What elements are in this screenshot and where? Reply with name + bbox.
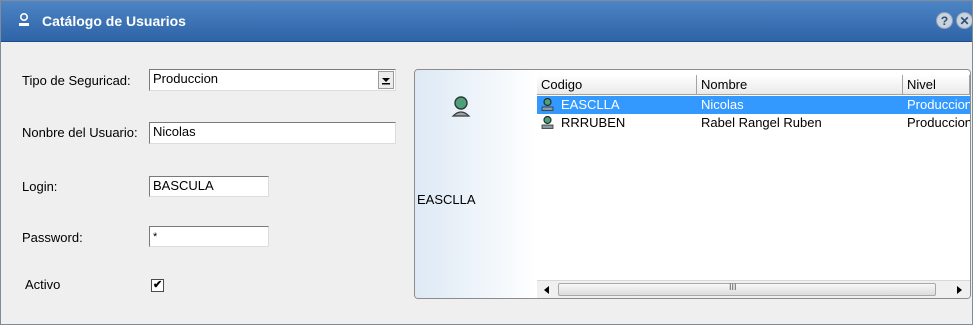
username-value: Nicolas	[153, 124, 196, 139]
close-button[interactable]: ✕	[956, 12, 972, 29]
cell-code: EASCLLA	[561, 97, 620, 112]
cell-level: Produccion	[907, 97, 970, 112]
column-header-nombre[interactable]: Nombre	[697, 75, 903, 95]
password-value: *	[153, 231, 158, 243]
password-label: Password:	[22, 230, 83, 245]
login-value: BASCULA	[153, 178, 214, 193]
user-list: Codigo Nombre Nivel EASCLLA Nicolas Prod…	[537, 70, 970, 298]
user-icon	[541, 115, 554, 129]
login-label: Login:	[22, 179, 58, 194]
check-icon: ✔	[153, 279, 163, 291]
horizontal-scrollbar[interactable]: III	[537, 280, 970, 298]
column-header-codigo[interactable]: Codigo	[537, 75, 697, 95]
column-header-nivel[interactable]: Nivel	[903, 75, 970, 95]
scroll-right-icon[interactable]	[957, 286, 962, 294]
user-icon	[19, 12, 29, 26]
cell-level: Produccion	[907, 115, 970, 130]
security-type-value: Produccion	[153, 71, 219, 86]
security-type-select[interactable]: Produccion	[149, 69, 396, 91]
user-icon	[541, 97, 554, 111]
table-row[interactable]: EASCLLA Nicolas Produccion	[537, 96, 970, 114]
window-title: Catálogo de Usuarios	[42, 13, 186, 29]
active-checkbox[interactable]: ✔	[151, 279, 164, 292]
cell-name: Nicolas	[701, 97, 744, 112]
scroll-left-icon[interactable]	[544, 286, 549, 294]
users-catalog-window: Catálogo de Usuarios ? ✕ Tipo de Seguric…	[0, 0, 973, 325]
user-list-panel: EASCLLA Codigo Nombre Nivel EASCLLA Nico…	[414, 69, 971, 299]
scrollbar-thumb[interactable]: III	[558, 282, 936, 296]
title-bar: Catálogo de Usuarios ? ✕	[1, 1, 972, 42]
dialog-body: Tipo de Seguricad: Produccion Nonbre del…	[1, 42, 972, 324]
table-row[interactable]: RRRUBEN Rabel Rangel Ruben Produccion	[537, 114, 970, 132]
user-card: EASCLLA	[415, 70, 537, 298]
cell-name: Rabel Rangel Ruben	[701, 115, 822, 130]
active-label: Activo	[25, 277, 61, 292]
user-avatar-icon	[451, 96, 471, 117]
card-user-code: EASCLLA	[417, 192, 476, 207]
cell-code: RRRUBEN	[561, 115, 626, 130]
scroll-grip: III	[729, 282, 737, 292]
password-field[interactable]: *	[149, 226, 269, 247]
username-label: Nonbre del Usuario:	[22, 125, 138, 140]
security-type-label: Tipo de Seguricad:	[22, 73, 131, 88]
chevron-down-icon[interactable]	[378, 71, 394, 89]
username-field[interactable]: Nicolas	[149, 122, 396, 144]
help-button[interactable]: ?	[936, 12, 953, 29]
login-field[interactable]: BASCULA	[149, 176, 269, 197]
